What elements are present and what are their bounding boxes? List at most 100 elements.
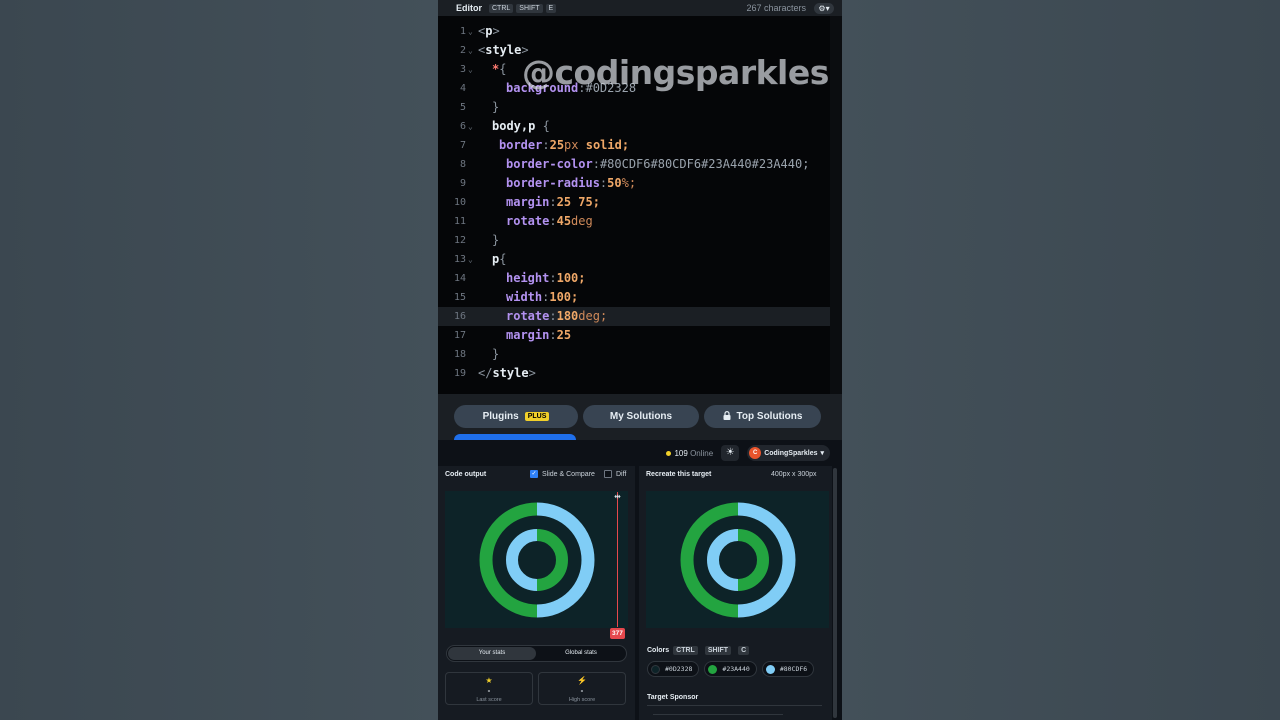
target-size: 400px x 300px: [771, 471, 817, 478]
online-label: Online: [690, 448, 714, 458]
status-bar: 109 Online ☀ C CodingSparkles ▾: [438, 440, 842, 466]
code-line[interactable]: 19 </style>: [438, 364, 830, 383]
background-left: [0, 0, 438, 720]
code-line-active[interactable]: 16 rotate:180deg;: [438, 307, 830, 326]
code-line[interactable]: 1 ⌄ <p>: [438, 22, 830, 41]
fold-icon[interactable]: ⌄: [468, 250, 473, 269]
gear-icon[interactable]: ⚙▾: [814, 2, 834, 14]
code-token: solid;: [578, 138, 630, 152]
high-score-label: High score: [568, 697, 596, 703]
fold-icon[interactable]: ⌄: [468, 117, 473, 136]
star-icon: ★: [485, 676, 493, 685]
code-line[interactable]: 6 ⌄ body,p {: [438, 117, 830, 136]
character-count: 267 characters: [746, 3, 806, 13]
panel-scrollbar-thumb[interactable]: [833, 468, 837, 718]
code-token: 25 75;: [556, 195, 600, 209]
checkbox-checked[interactable]: ✓: [530, 470, 538, 478]
fold-icon[interactable]: ⌄: [468, 60, 473, 79]
panel-title: Recreate this target: [646, 471, 712, 478]
code-token: deg;: [578, 309, 608, 323]
tab-global-stats[interactable]: Global stats: [537, 647, 625, 660]
diff-toggle[interactable]: Diff: [604, 470, 626, 478]
line-number: 3: [459, 64, 466, 75]
background-right: [842, 0, 1280, 720]
user-menu[interactable]: C CodingSparkles ▾: [747, 445, 830, 461]
plus-badge: PLUS: [524, 412, 550, 421]
line-number: 14: [453, 273, 466, 284]
shortcut-key: CTRL: [673, 646, 698, 655]
drag-handle-icon[interactable]: ⇹: [613, 492, 622, 501]
code-token: >: [492, 24, 500, 38]
online-indicator: 109 Online: [666, 449, 713, 458]
color-swatch[interactable]: #23A440: [704, 661, 757, 677]
line-number: 15: [453, 292, 466, 303]
tab-your-stats[interactable]: Your stats: [448, 647, 536, 660]
code-token: rotate: [506, 214, 550, 228]
code-token: </: [478, 366, 493, 380]
code-token: deg: [571, 214, 593, 228]
target-panel: Recreate this target 400px x 300px Color…: [639, 466, 832, 720]
bolt-icon: ⚡: [577, 676, 587, 685]
code-line[interactable]: 9 border-radius:50%;: [438, 174, 830, 193]
lock-icon: [723, 410, 731, 423]
slide-compare-toggle[interactable]: ✓ Slide & Compare: [530, 470, 595, 478]
line-number: 8: [459, 159, 466, 170]
checkbox-label: Slide & Compare: [542, 470, 595, 478]
code-line[interactable]: 17 margin:25: [438, 326, 830, 345]
sun-icon[interactable]: ☀: [721, 445, 740, 461]
code-line[interactable]: 14 height:100;: [438, 269, 830, 288]
shortcut-key: SHIFT: [516, 3, 543, 13]
code-line[interactable]: 10 margin:25 75;: [438, 193, 830, 212]
code-token: 45: [556, 214, 572, 228]
code-token: border-radius: [506, 176, 600, 190]
colors-label: Colors: [647, 647, 670, 654]
code-line[interactable]: 13 ⌄ p{: [438, 250, 830, 269]
code-line[interactable]: 15 width:100;: [438, 288, 830, 307]
code-token: rotate: [506, 309, 550, 323]
color-hex: #0D2328: [665, 665, 693, 673]
code-line[interactable]: 5}: [438, 98, 830, 117]
code-token: }: [492, 233, 500, 247]
editor-header: Editor CTRL SHIFT E 267 characters ⚙▾: [438, 0, 842, 16]
tab-top-solutions[interactable]: Top Solutions: [704, 405, 821, 428]
user-name: CodingSparkles: [764, 449, 818, 457]
code-token: border: [499, 138, 543, 152]
code-line[interactable]: 7 border:25px solid;: [438, 136, 830, 155]
sponsor-logo[interactable]: [653, 714, 783, 720]
code-token: 50: [607, 176, 622, 190]
divider: [647, 705, 822, 706]
code-line[interactable]: 18}: [438, 345, 830, 364]
sponsor-label: Target Sponsor: [647, 694, 699, 701]
tab-my-solutions[interactable]: My Solutions: [583, 405, 699, 428]
fold-icon[interactable]: ⌄: [468, 41, 473, 60]
tab-plugins[interactable]: Plugins PLUS: [454, 405, 578, 428]
code-token: :: [542, 138, 550, 152]
tab-label: Top Solutions: [736, 411, 803, 422]
code-token: border-color: [506, 157, 593, 171]
compare-slider-line[interactable]: [617, 492, 618, 627]
watermark-text: @codingsparkles: [522, 53, 829, 92]
code-output-panel: Code output ✓ Slide & Compare Diff ⇹ 377 …: [438, 466, 635, 720]
editor-scrollbar[interactable]: [830, 16, 842, 394]
code-line[interactable]: 11 rotate:45deg: [438, 212, 830, 231]
color-swatch[interactable]: #0D2328: [647, 661, 700, 677]
code-token: width: [506, 290, 543, 304]
color-swatch[interactable]: #80CDF6: [761, 661, 815, 677]
code-token: 25: [549, 138, 565, 152]
code-token: body,p: [492, 119, 536, 133]
checkbox-unchecked[interactable]: [604, 470, 612, 478]
checkbox-label: Diff: [616, 470, 627, 478]
color-hex: #23A440: [722, 665, 750, 673]
output-canvas[interactable]: [445, 491, 628, 628]
code-line[interactable]: 8 border-color:#80CDF6#80CDF6#23A440#23A4…: [438, 155, 830, 174]
code-token: 180: [556, 309, 579, 323]
code-token: }: [492, 100, 500, 114]
app-window: Editor CTRL SHIFT E 267 characters ⚙▾ 1 ⌄…: [438, 0, 842, 720]
code-token: {: [499, 62, 507, 76]
code-line[interactable]: 12}: [438, 231, 830, 250]
tab-label: Plugins: [482, 411, 519, 422]
high-score-card: ⚡ - High score: [538, 672, 626, 705]
code-token: 100;: [549, 290, 579, 304]
line-number: 10: [453, 197, 466, 208]
fold-icon[interactable]: ⌄: [468, 22, 473, 41]
